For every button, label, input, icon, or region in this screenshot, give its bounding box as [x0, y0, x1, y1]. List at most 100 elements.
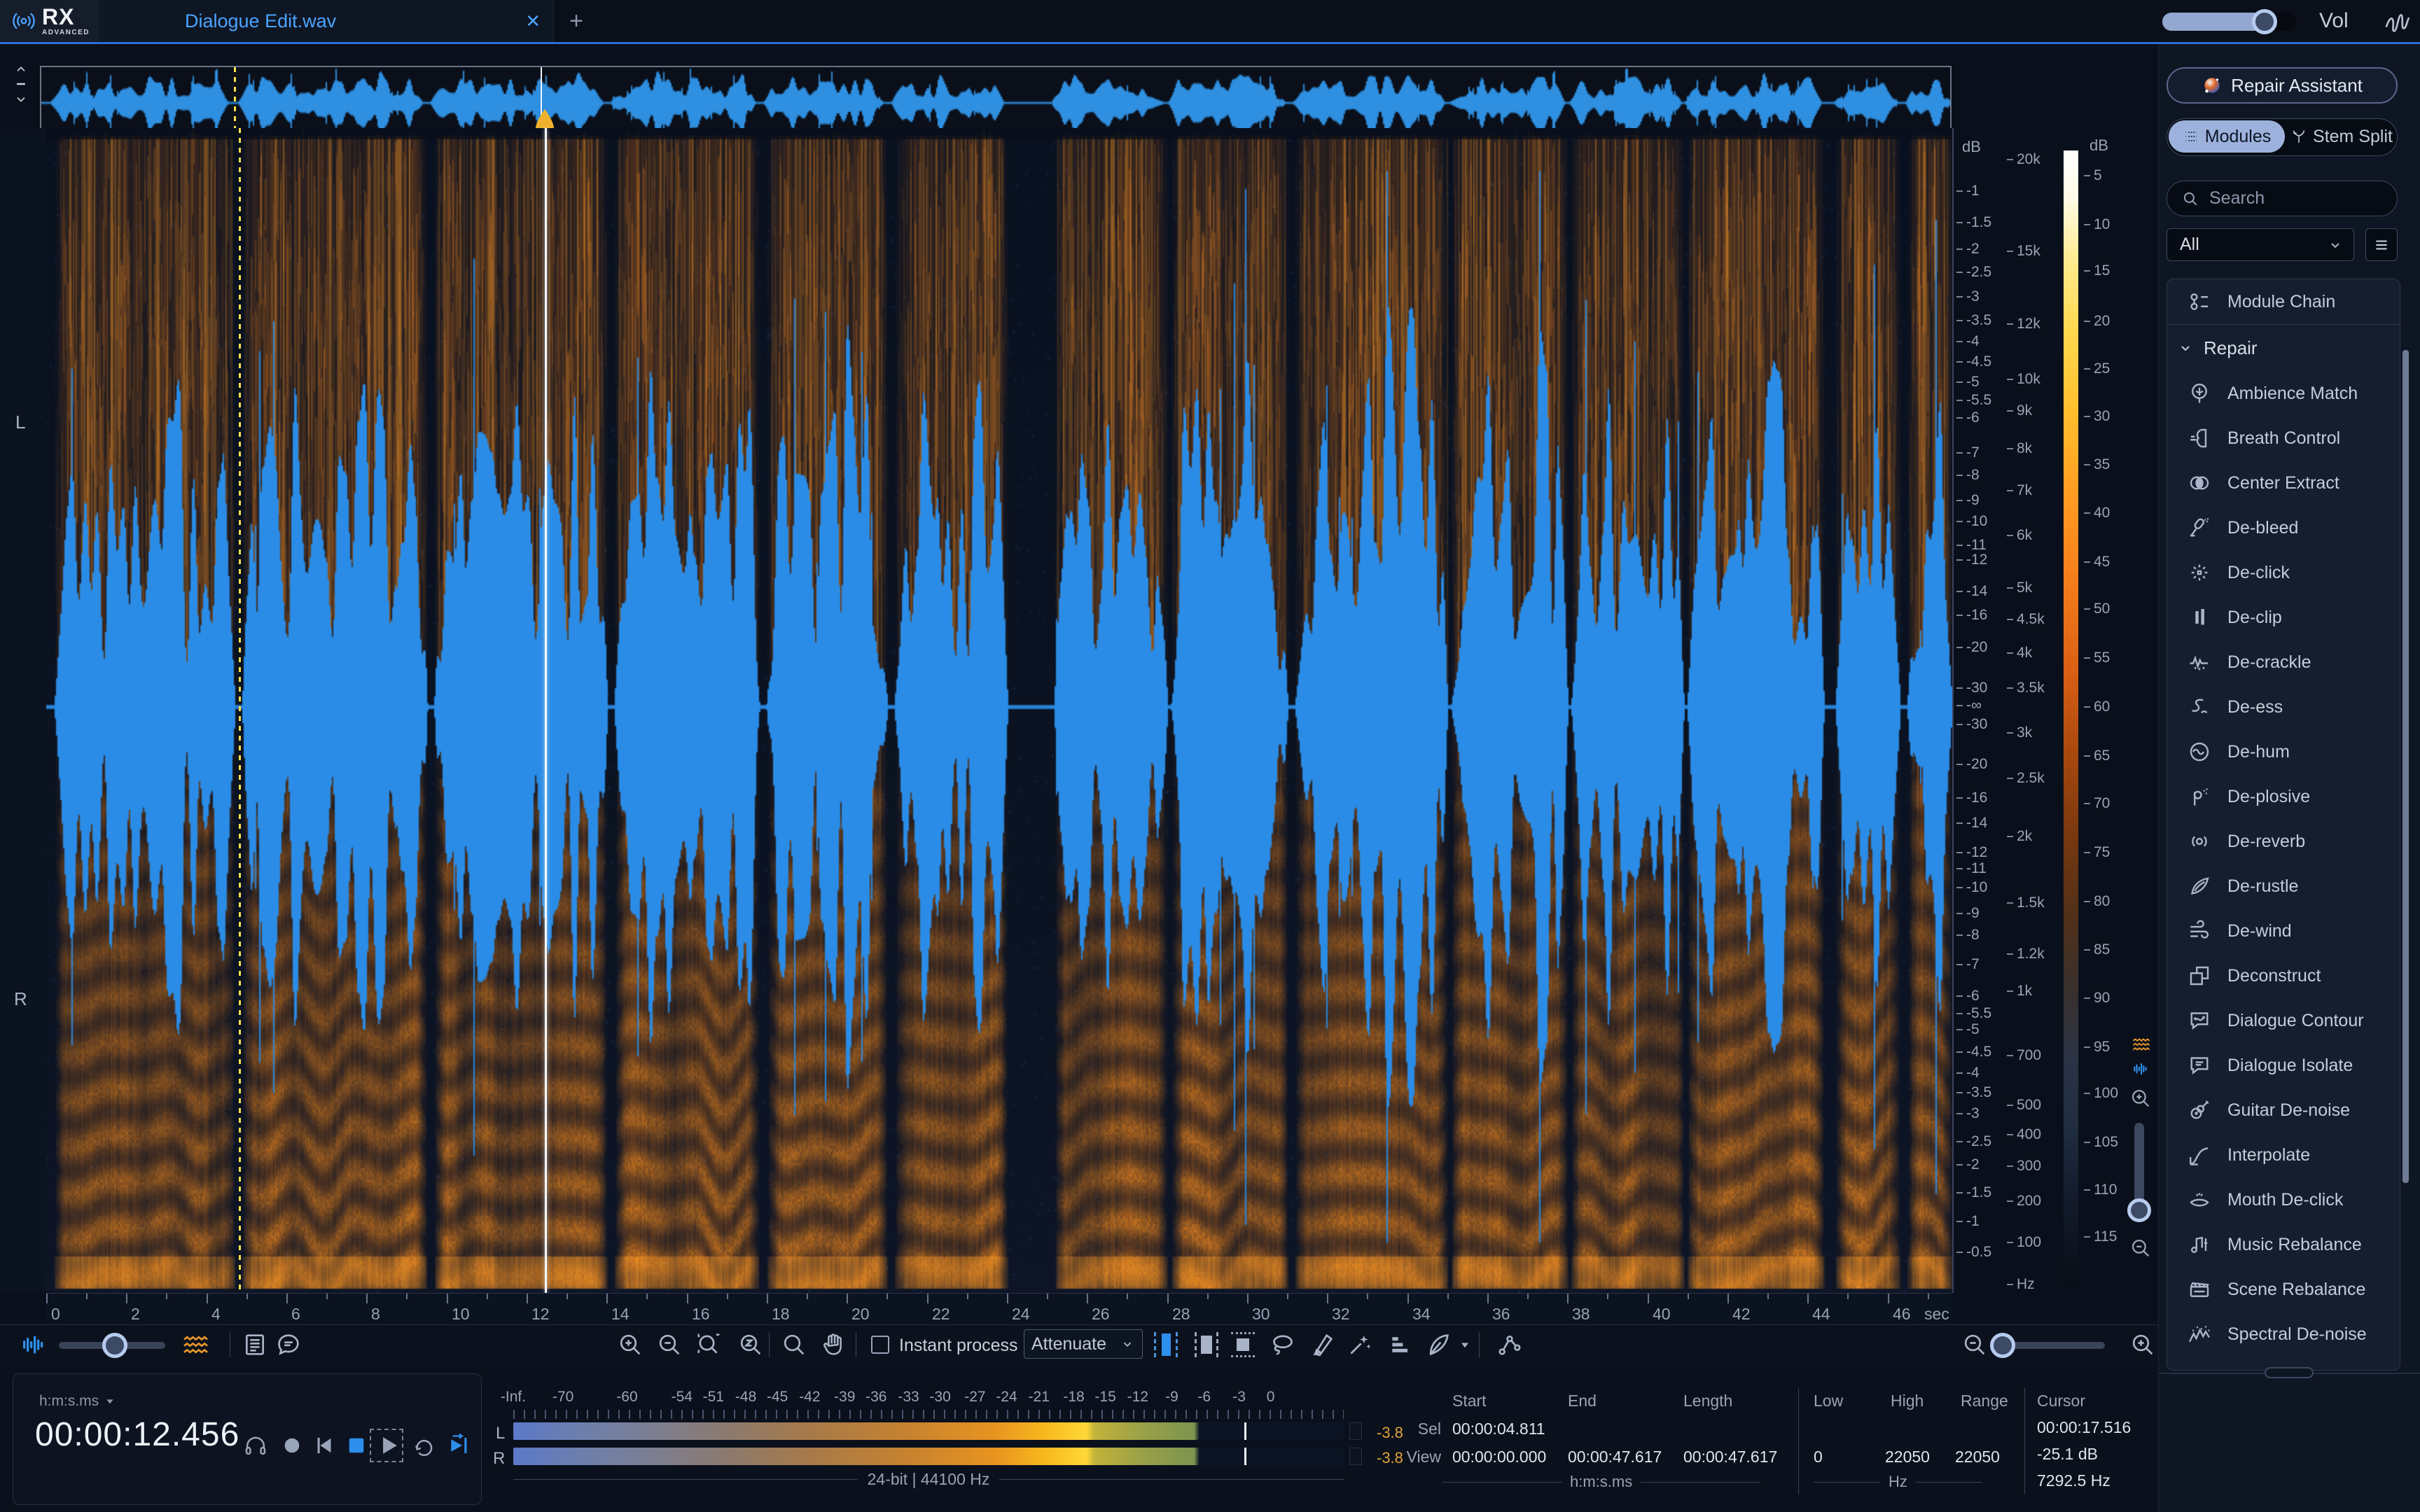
volume-thumb[interactable]: [2252, 9, 2277, 34]
module-item-center-extract[interactable]: Center Extract: [2167, 461, 2400, 505]
module-item-ambience-match[interactable]: Ambience Match: [2167, 371, 2400, 416]
meter-clip-indicator-left[interactable]: [1349, 1422, 1362, 1440]
chevron-up-icon[interactable]: [12, 62, 30, 76]
module-item-spectral-de-noise[interactable]: Spectral De-noise: [2167, 1312, 2400, 1357]
freq-high-value[interactable]: 22050: [1885, 1448, 1930, 1466]
panel-resize-handle[interactable]: [2265, 1367, 2314, 1378]
volume-slider[interactable]: [2162, 13, 2297, 31]
search-input[interactable]: [2208, 188, 2379, 209]
spectrogram-view[interactable]: [46, 128, 1952, 1293]
session-notes-icon[interactable]: [241, 1331, 269, 1359]
module-label: De-reverb: [2227, 832, 2305, 852]
view-start-value[interactable]: 00:00:00.000: [1452, 1448, 1546, 1466]
module-list-options-button[interactable]: [2365, 228, 2398, 261]
spectrogram-view-icon[interactable]: [2129, 1035, 2153, 1054]
zoom-out-time-icon[interactable]: [655, 1331, 683, 1359]
module-item-de-clip[interactable]: De-clip: [2167, 595, 2400, 640]
feather-options-chevron-icon[interactable]: [1458, 1331, 1472, 1359]
horizontal-zoom-thumb[interactable]: [1990, 1333, 2015, 1358]
zoom-in-time-icon[interactable]: [616, 1331, 644, 1359]
horizontal-zoom-out-icon[interactable]: [1961, 1331, 1989, 1359]
blend-slider-thumb[interactable]: [102, 1333, 127, 1358]
magic-wand-tool[interactable]: [1346, 1331, 1374, 1359]
module-item-de-plosive[interactable]: De-plosive: [2167, 774, 2400, 819]
play-selection-button[interactable]: [444, 1432, 471, 1459]
section-repair[interactable]: Repair: [2167, 324, 2400, 371]
freq-range-value[interactable]: 22050: [1955, 1448, 2000, 1466]
module-item-music-rebalance[interactable]: Music Rebalance: [2167, 1222, 2400, 1267]
loop-playback-button[interactable]: [410, 1432, 437, 1459]
play-button[interactable]: [375, 1432, 402, 1459]
module-item-module-chain[interactable]: Module Chain: [2167, 279, 2400, 324]
magnify-tool-icon[interactable]: [780, 1331, 808, 1359]
vertical-zoom-in-icon[interactable]: [2129, 1086, 2153, 1110]
freq-low-value[interactable]: 0: [1814, 1448, 1823, 1466]
vertical-zoom-out-icon[interactable]: [2129, 1236, 2153, 1260]
module-item-breath-control[interactable]: Breath Control: [2167, 416, 2400, 461]
cbar-labels-label: 50: [2084, 601, 2110, 617]
view-length-value[interactable]: 00:00:47.617: [1683, 1448, 1777, 1466]
repair-assistant-button[interactable]: Repair Assistant: [2167, 67, 2398, 104]
waveform-view-icon[interactable]: [2130, 1060, 2151, 1078]
adjust-selection-tool[interactable]: [1386, 1331, 1414, 1359]
ruler-tick: [767, 1294, 768, 1303]
time-ruler[interactable]: sec 024681012141618202224262830323436384…: [46, 1293, 1952, 1325]
module-item-de-bleed[interactable]: De-bleed: [2167, 505, 2400, 550]
file-tab[interactable]: Dialogue Edit.wav ✕: [99, 0, 554, 42]
vertical-zoom-thumb[interactable]: [2127, 1198, 2151, 1222]
time-frequency-selection-tool[interactable]: [1195, 1332, 1218, 1357]
meter-clip-indicator-right[interactable]: [1349, 1448, 1362, 1465]
stop-button[interactable]: [343, 1432, 370, 1459]
module-item-dialogue-isolate[interactable]: Dialogue Isolate: [2167, 1043, 2400, 1088]
module-item-interpolate[interactable]: Interpolate: [2167, 1133, 2400, 1177]
freq-scale-label: 2k: [2007, 828, 2032, 845]
overview-controls[interactable]: [6, 62, 36, 106]
playhead-line[interactable]: [545, 128, 547, 1293]
sel-start-value[interactable]: 00:00:04.811: [1452, 1420, 1545, 1438]
time-format-selector[interactable]: h:m:s.ms: [39, 1393, 116, 1410]
module-item-deconstruct[interactable]: Deconstruct: [2167, 953, 2400, 998]
record-button[interactable]: [279, 1432, 305, 1459]
selection-start-line[interactable]: [239, 128, 241, 1293]
module-item-de-wind[interactable]: De-wind: [2167, 909, 2400, 953]
lasso-selection-tool[interactable]: [1269, 1331, 1297, 1359]
brush-selection-tool[interactable]: [1308, 1331, 1336, 1359]
collapse-handle-icon[interactable]: [12, 77, 30, 91]
module-item-scene-rebalance[interactable]: Scene Rebalance: [2167, 1267, 2400, 1312]
signal-generator-icon[interactable]: [2382, 6, 2414, 38]
waveform-display-icon[interactable]: [20, 1331, 48, 1359]
zoom-to-selection-icon[interactable]: [695, 1331, 723, 1359]
cursor-header: Cursor: [2037, 1392, 2085, 1410]
module-item-de-crackle[interactable]: De-crackle: [2167, 640, 2400, 685]
feather-selection-tool[interactable]: [1424, 1331, 1452, 1359]
instant-process-checkbox[interactable]: [871, 1336, 889, 1354]
module-filter-dropdown[interactable]: All: [2167, 228, 2354, 261]
spectrogram-display-icon[interactable]: [181, 1331, 209, 1359]
hand-grab-tool-icon[interactable]: [819, 1331, 847, 1359]
module-search-field[interactable]: [2167, 181, 2398, 216]
chevron-down-icon[interactable]: [12, 92, 30, 106]
process-mode-dropdown[interactable]: Attenuate: [1024, 1329, 1143, 1359]
module-item-de-hum[interactable]: De-hum: [2167, 729, 2400, 774]
module-item-de-ess[interactable]: De-ess: [2167, 685, 2400, 729]
view-end-value[interactable]: 00:00:47.617: [1568, 1448, 1662, 1466]
monitor-headphones-icon[interactable]: [242, 1432, 269, 1459]
tab-modules[interactable]: Modules: [2169, 120, 2285, 153]
module-list-scrollbar[interactable]: [2402, 350, 2409, 1183]
signal-chain-tool[interactable]: [1496, 1331, 1524, 1359]
module-item-guitar-de-noise[interactable]: Guitar De-noise: [2167, 1088, 2400, 1133]
tab-close-icon[interactable]: ✕: [525, 10, 541, 32]
module-item-de-click[interactable]: De-click: [2167, 550, 2400, 595]
tab-stem-split[interactable]: Stem Split: [2288, 120, 2395, 153]
new-tab-button[interactable]: +: [560, 6, 592, 36]
module-item-mouth-de-click[interactable]: Mouth De-click: [2167, 1177, 2400, 1222]
time-selection-tool[interactable]: [1154, 1332, 1178, 1357]
go-to-start-button[interactable]: [311, 1432, 338, 1459]
module-item-de-rustle[interactable]: De-rustle: [2167, 864, 2400, 909]
module-item-de-reverb[interactable]: De-reverb: [2167, 819, 2400, 864]
frequency-selection-tool[interactable]: [1231, 1332, 1255, 1357]
module-item-dialogue-contour[interactable]: Dialogue Contour: [2167, 998, 2400, 1043]
horizontal-zoom-in-icon[interactable]: [2129, 1331, 2157, 1359]
zoom-previous-icon[interactable]: [737, 1331, 765, 1359]
feedback-comment-icon[interactable]: [274, 1331, 302, 1359]
